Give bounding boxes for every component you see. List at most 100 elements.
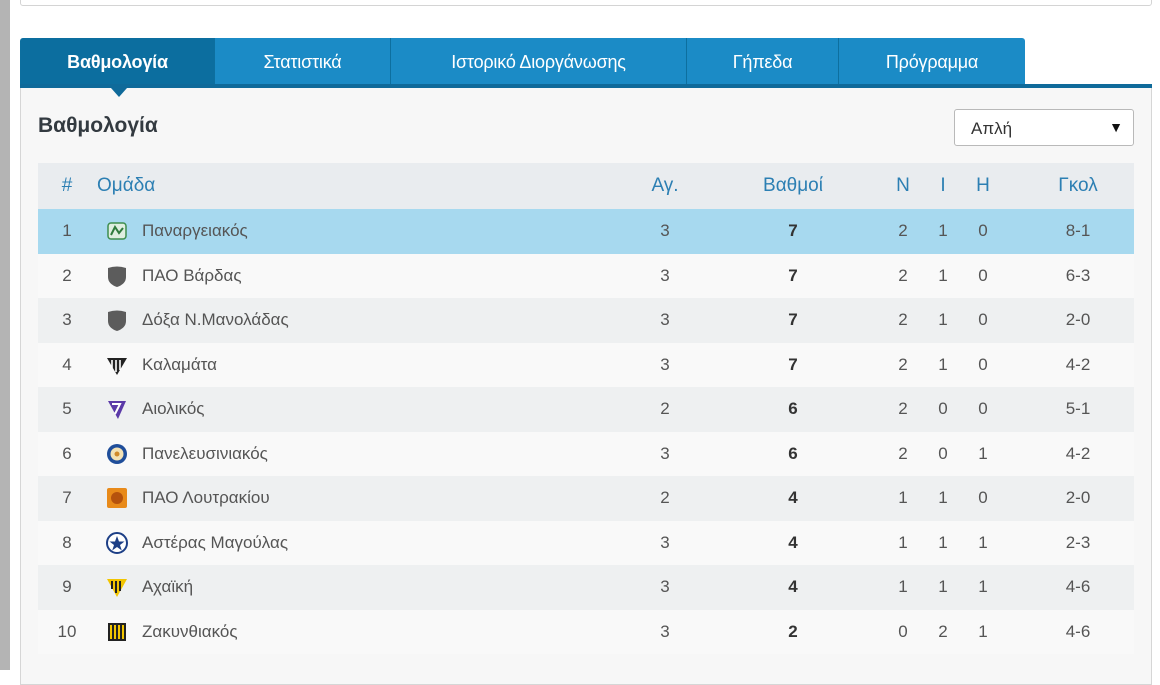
row-games: 3 [660, 354, 670, 374]
row-games: 3 [660, 310, 670, 330]
team-name[interactable]: Ζακυνθιακός [142, 622, 238, 642]
row-draws: 1 [938, 488, 948, 508]
section-title: Βαθμολογία [38, 114, 158, 137]
row-draws: 1 [938, 577, 948, 597]
view-select-value: Απλή [971, 119, 1013, 138]
team-crest-icon [104, 263, 130, 289]
row-draws: 1 [938, 310, 948, 330]
row-wins: 2 [898, 354, 908, 374]
points-value: 6 [788, 399, 798, 419]
row-games: 3 [660, 577, 670, 597]
row-goals: 4-2 [1065, 354, 1091, 374]
header-draws[interactable]: Ι [928, 163, 958, 209]
row-position: 2 [62, 265, 72, 285]
row-team[interactable]: Αστέρας Μαγούλας [96, 521, 616, 566]
table-row[interactable]: 7 ΠΑΟ Λουτρακίου 2 4 1 1 0 2-0 [38, 476, 1134, 521]
row-position: 9 [62, 577, 72, 597]
row-games: 2 [660, 399, 670, 419]
view-select[interactable]: Απλή ▼ [954, 109, 1134, 146]
row-draws: 1 [938, 221, 948, 241]
row-points: 4 [748, 565, 838, 610]
row-position: 5 [62, 399, 72, 419]
table-row[interactable]: 5 Αιολικός 2 6 2 0 0 5-1 [38, 387, 1134, 432]
row-position: 8 [62, 532, 72, 552]
team-name[interactable]: ΠΑΟ Λουτρακίου [142, 488, 270, 508]
team-name[interactable]: Καλαμάτα [142, 355, 217, 375]
team-name[interactable]: Αχαϊκή [142, 577, 193, 597]
team-name[interactable]: Αστέρας Μαγούλας [142, 533, 288, 553]
row-wins: 0 [898, 621, 908, 641]
row-wins: 2 [898, 310, 908, 330]
team-name[interactable]: ΠΑΟ Βάρδας [142, 266, 242, 286]
row-games: 2 [660, 488, 670, 508]
tab-schedule[interactable]: Πρόγραμμα [838, 38, 1025, 84]
header-points[interactable]: Βαθμοί [748, 163, 838, 209]
row-team[interactable]: Ζακυνθιακός [96, 610, 616, 655]
row-team[interactable]: ΠΑΟ Βάρδας [96, 254, 616, 299]
table-row[interactable]: 8 Αστέρας Μαγούλας 3 4 1 1 1 2-3 [38, 520, 1134, 566]
table-row[interactable]: 1 Παναργειακός 3 7 2 1 0 8-1 [38, 209, 1134, 254]
tab-standings[interactable]: Βαθμολογία [20, 38, 214, 84]
header-wins[interactable]: Ν [888, 163, 918, 209]
header-losses[interactable]: Η [968, 163, 998, 209]
row-losses: 0 [978, 488, 988, 508]
table-row[interactable]: 4 Καλαμάτα 3 7 2 1 0 4-2 [38, 342, 1134, 388]
row-team[interactable]: Παναργειακός [96, 209, 616, 254]
team-name[interactable]: Αιολικός [142, 399, 204, 419]
header-team[interactable]: Ομάδα [96, 163, 617, 209]
row-points: 7 [748, 298, 838, 343]
row-points: 2 [748, 610, 838, 655]
table-row[interactable]: 3 Δόξα Ν.Μανολάδας 3 7 2 1 0 2-0 [38, 298, 1134, 343]
team-crest-icon [104, 352, 130, 378]
row-position: 4 [62, 354, 72, 374]
team-name[interactable]: Πανελευσινιακός [142, 444, 268, 464]
dropdown-arrow-icon: ▼ [1109, 119, 1123, 135]
row-losses: 0 [978, 399, 988, 419]
row-wins: 1 [898, 488, 908, 508]
team-name[interactable]: Παναργειακός [142, 221, 248, 241]
header-goals[interactable]: Γκολ [1038, 163, 1118, 209]
table-row[interactable]: 10 Ζακυνθιακός 3 2 0 2 1 4-6 [38, 609, 1134, 655]
row-goals: 6-3 [1065, 265, 1091, 285]
row-games: 3 [660, 221, 670, 241]
tab-stadiums[interactable]: Γήπεδα [686, 38, 838, 84]
row-team[interactable]: Δόξα Ν.Μανολάδας [96, 298, 616, 343]
team-crest-icon [104, 218, 130, 244]
row-wins: 2 [898, 399, 908, 419]
row-draws: 2 [938, 621, 948, 641]
row-goals: 2-0 [1065, 488, 1091, 508]
row-team[interactable]: Πανελευσινιακός [96, 432, 616, 477]
table-row[interactable]: 9 Αχαϊκή 3 4 1 1 1 4-6 [38, 565, 1134, 610]
row-games: 3 [660, 443, 670, 463]
points-value: 6 [788, 443, 798, 463]
row-points: 7 [748, 209, 838, 254]
row-wins: 2 [898, 221, 908, 241]
row-goals: 5-1 [1065, 399, 1091, 419]
points-value: 4 [788, 532, 798, 552]
team-name[interactable]: Δόξα Ν.Μανολάδας [142, 310, 289, 330]
row-points: 4 [748, 476, 838, 521]
points-value: 7 [788, 221, 798, 241]
row-draws: 1 [938, 265, 948, 285]
table-row[interactable]: 2 ΠΑΟ Βάρδας 3 7 2 1 0 6-3 [38, 253, 1134, 299]
points-value: 4 [788, 488, 798, 508]
table-row[interactable]: 6 Πανελευσινιακός 3 6 2 0 1 4-2 [38, 431, 1134, 477]
team-crest-icon [104, 441, 130, 467]
row-points: 4 [748, 521, 838, 566]
row-goals: 2-3 [1065, 532, 1091, 552]
row-losses: 1 [978, 443, 988, 463]
row-team[interactable]: Καλαμάτα [96, 343, 616, 388]
tab-competition-history[interactable]: Ιστορικό Διοργάνωσης [390, 38, 686, 84]
row-losses: 0 [978, 310, 988, 330]
row-team[interactable]: ΠΑΟ Λουτρακίου [96, 476, 616, 521]
header-position[interactable]: # [52, 163, 82, 209]
tab-statistics[interactable]: Στατιστικά [214, 38, 390, 84]
points-value: 2 [788, 621, 798, 641]
team-crest-icon [104, 619, 130, 645]
header-games[interactable]: Αγ. [630, 163, 700, 209]
row-losses: 1 [978, 577, 988, 597]
row-draws: 0 [938, 399, 948, 419]
row-team[interactable]: Αχαϊκή [96, 565, 616, 610]
row-team[interactable]: Αιολικός [96, 387, 616, 432]
team-crest-icon [104, 574, 130, 600]
